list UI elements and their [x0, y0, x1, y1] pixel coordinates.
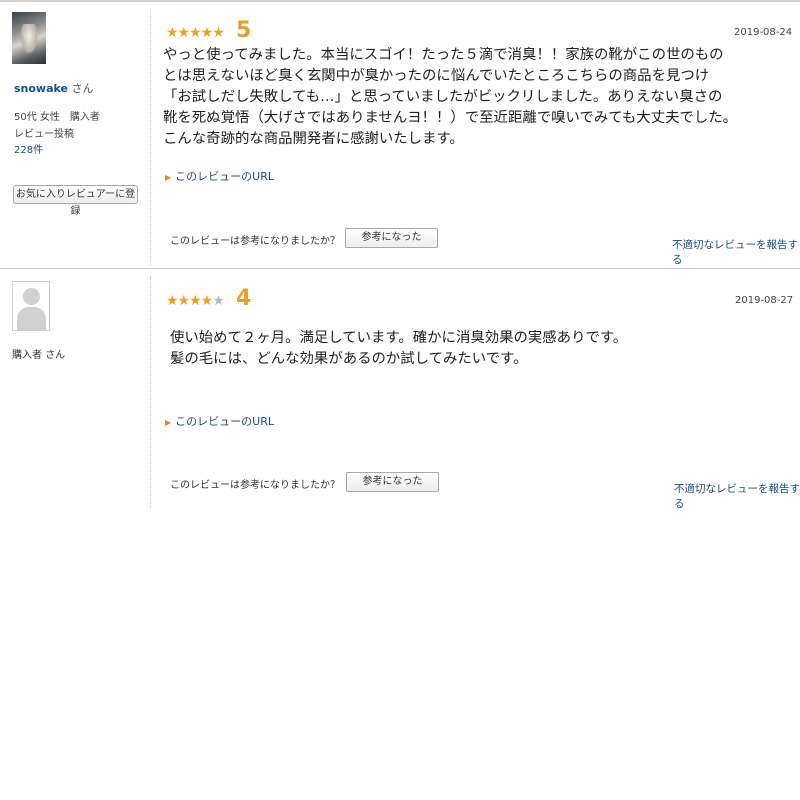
- avatar-body-shape: [17, 307, 46, 330]
- review-divider: [0, 268, 800, 269]
- column-divider: [150, 276, 151, 508]
- review-body-line: 髪の毛には、どんな効果があるのか試してみたいです。: [170, 351, 528, 367]
- top-divider: [0, 0, 800, 2]
- avatar-head-shape: [23, 288, 40, 305]
- review-body: 使い始めて２ヶ月。満足しています。確かに消臭効果の実感ありです。 髪の毛には、ど…: [170, 328, 627, 370]
- review-body-line: 使い始めて２ヶ月。満足しています。確かに消臭効果の実感ありです。: [170, 330, 628, 346]
- default-avatar-icon[interactable]: [12, 281, 50, 331]
- reviewer-honorific: さん: [71, 82, 94, 95]
- column-divider: [150, 10, 151, 265]
- rating-stars: ★★★★★: [166, 293, 225, 309]
- rating-stars: ★★★★★: [166, 25, 225, 41]
- reviewer-posts-count[interactable]: 228件: [14, 143, 43, 158]
- reviewer-profile: 50代 女性 購入者: [14, 112, 100, 123]
- star-filled-icon: ★★★★: [166, 293, 213, 309]
- review-body: やっと使ってみました。本当にスゴイ！たった５滴で消臭！！家族の靴がこの世のもの …: [163, 45, 737, 150]
- triangle-right-icon: ▶: [165, 173, 172, 182]
- reviewer-name-link[interactable]: snowake: [14, 82, 68, 95]
- triangle-right-icon: ▶: [165, 418, 172, 427]
- review-body-line: こんな奇跡的な商品開発者に感謝いたします。: [163, 131, 464, 147]
- favorite-reviewer-button[interactable]: お気に入りレビュアーに登録: [13, 185, 138, 217]
- helpful-button[interactable]: 参考になった: [346, 472, 439, 492]
- review-body-line: やっと使ってみました。本当にスゴイ！たった５滴で消臭！！家族の靴がこの世のもの: [163, 47, 724, 63]
- star-filled-icon: ★★★★★: [166, 25, 225, 41]
- review-url-label[interactable]: このレビューのURL: [175, 170, 274, 183]
- review-url-link[interactable]: ▶ このレビューのURL: [165, 413, 274, 429]
- rating-score: 5: [236, 18, 252, 43]
- review-body-line: 「お試しだし失敗しても…」と思っていましたがビックリしました。ありえない臭さの: [163, 89, 723, 105]
- reviewer-honorific: さん: [45, 350, 66, 361]
- reviewer-name: snowake さん: [14, 80, 94, 96]
- helpful-button[interactable]: 参考になった: [345, 228, 438, 248]
- review-body-line: 靴を死ぬ覚悟（大げさではありませんヨ！！）で至近距離で嗅いでみても大丈夫でした。: [163, 110, 738, 126]
- review-url-label[interactable]: このレビューのURL: [175, 415, 274, 428]
- reviewer-name: 購入者 さん: [12, 346, 65, 361]
- helpful-question: このレビューは参考になりましたか？: [170, 236, 340, 247]
- rating-score: 4: [236, 286, 252, 311]
- star-empty-icon: ★: [212, 293, 225, 309]
- review-date: 2019-08-27: [735, 295, 794, 306]
- helpful-question: このレビューは参考になりましたか？: [170, 480, 340, 491]
- report-review-link[interactable]: 不適切なレビューを報告する: [674, 481, 800, 511]
- review-url-link[interactable]: ▶ このレビューのURL: [165, 168, 274, 184]
- reviewer-name-text: 購入者: [12, 350, 42, 361]
- review-date: 2019-08-24: [734, 27, 793, 38]
- reviewer-posts-label: レビュー投稿: [14, 129, 74, 140]
- reviewer-avatar[interactable]: [12, 12, 46, 64]
- review-body-line: とは思えないほど臭く玄関中が臭かったのに悩んでいたところこちらの商品を見つけ: [163, 68, 710, 84]
- report-review-link[interactable]: 不適切なレビューを報告する: [672, 237, 800, 267]
